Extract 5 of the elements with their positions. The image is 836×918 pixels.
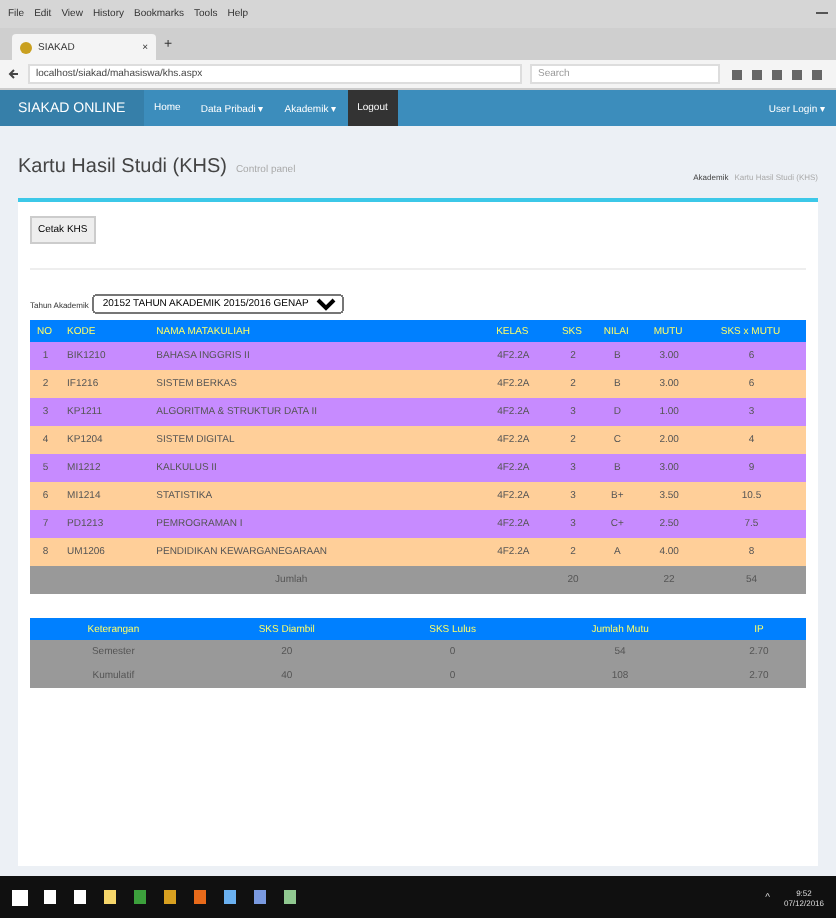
start-icon[interactable]	[12, 889, 28, 905]
minimize-icon[interactable]	[816, 12, 828, 16]
toolbar-icons-drawing	[728, 67, 828, 81]
back-icon[interactable]	[8, 68, 20, 80]
page-title: Kartu Hasil Studi (KHS)	[18, 156, 227, 178]
